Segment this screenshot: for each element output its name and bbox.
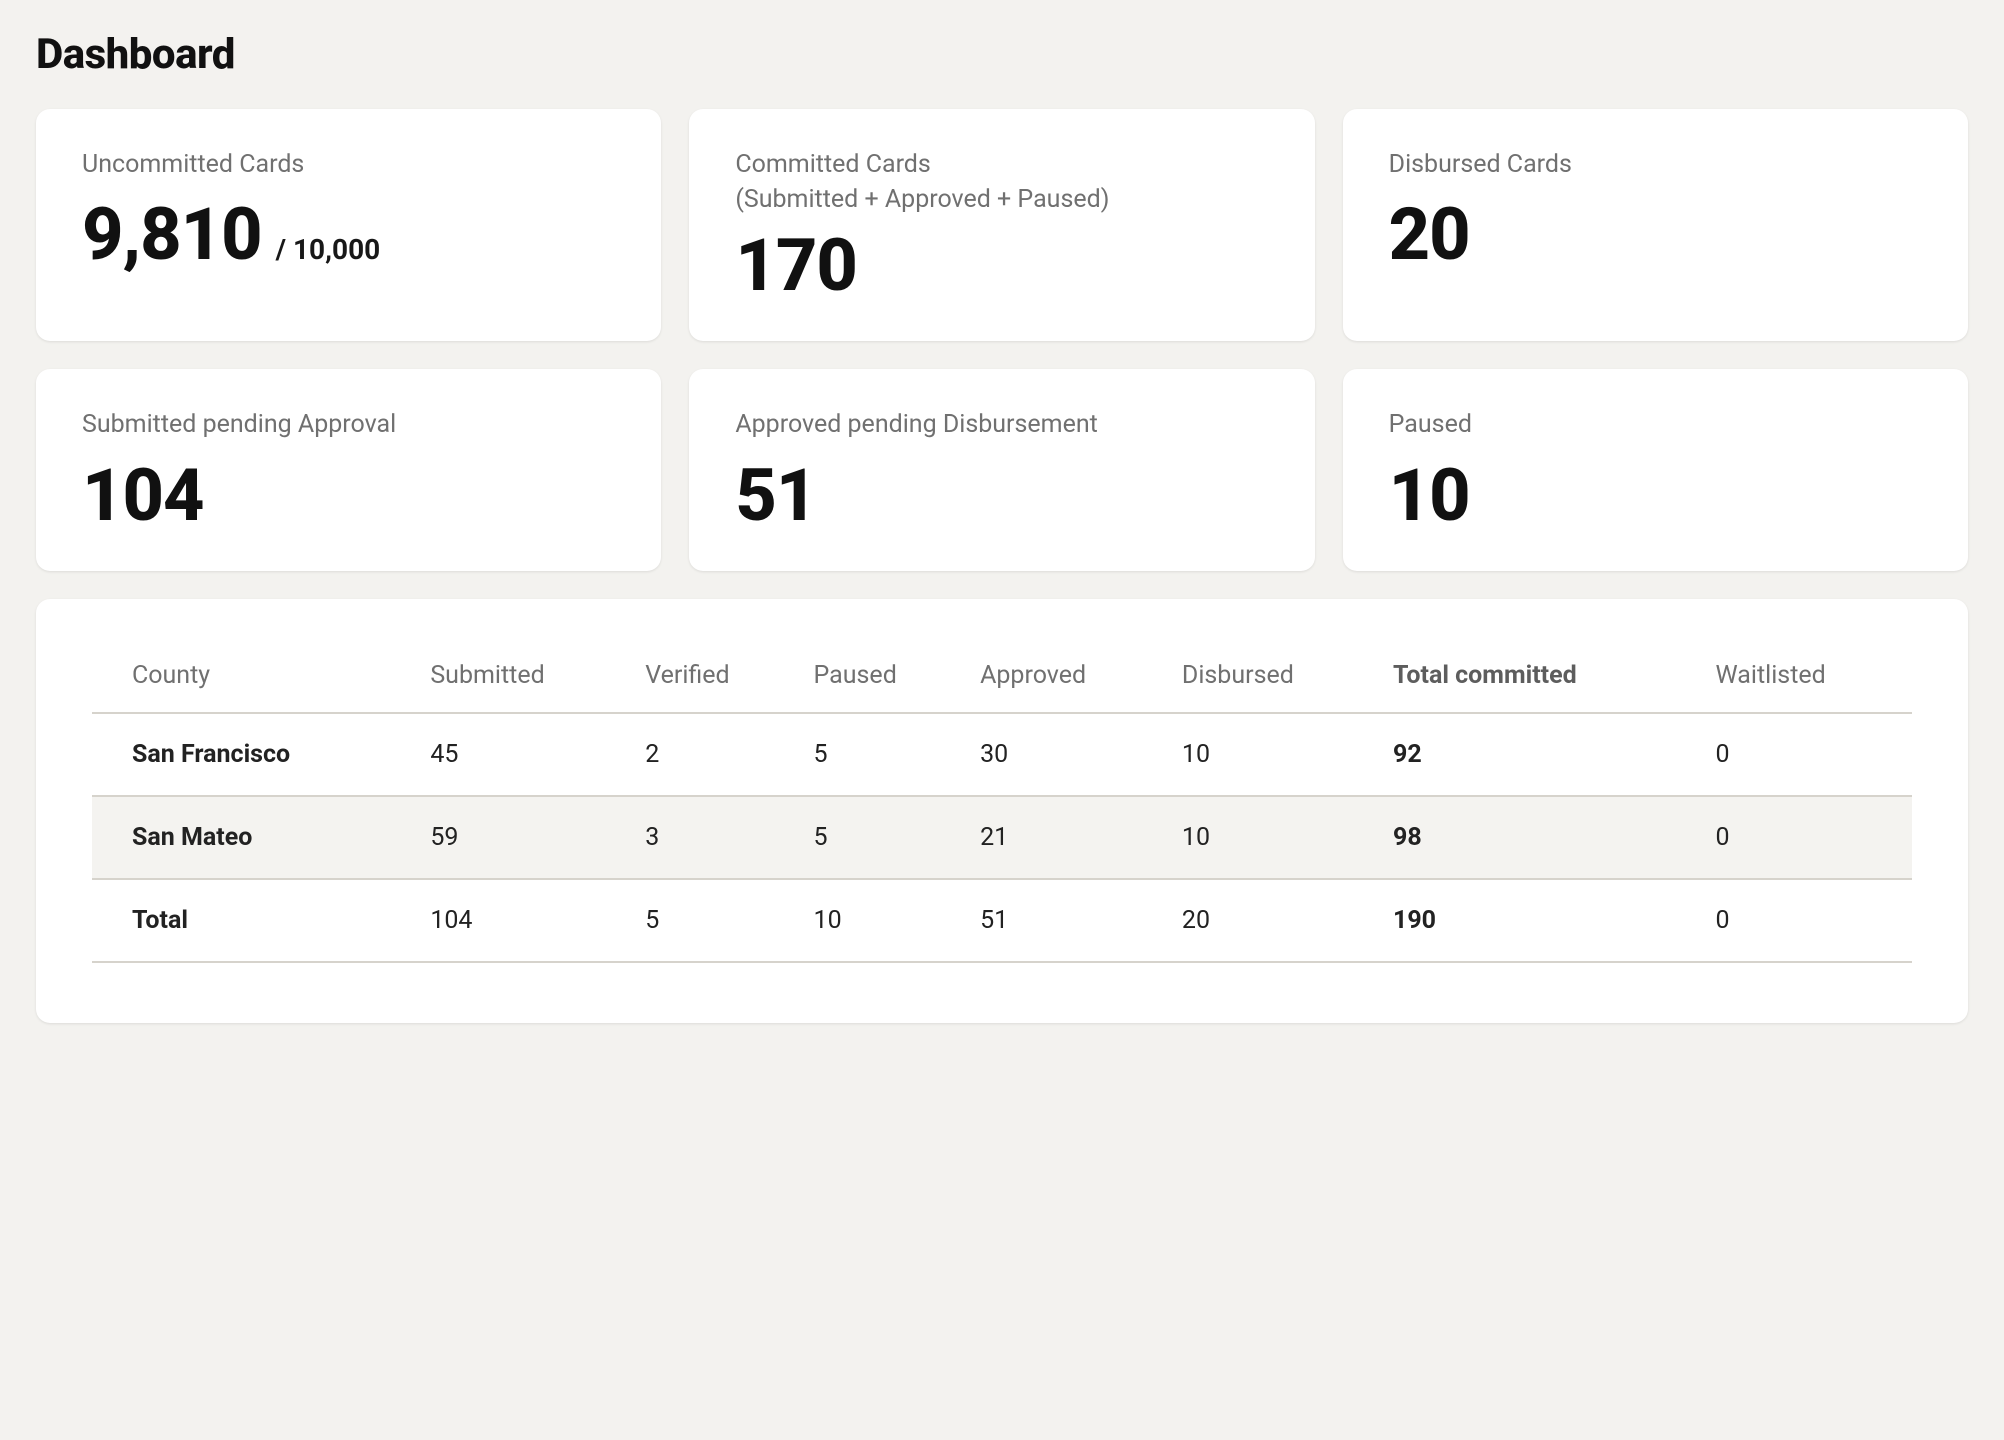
stat-card-uncommitted: Uncommitted Cards 9,810 / 10,000 <box>36 109 661 341</box>
col-header: Approved <box>968 645 1170 713</box>
stat-card-committed: Committed Cards (Submitted + Approved + … <box>689 109 1314 341</box>
table-cell: 5 <box>633 879 801 962</box>
stat-card-label: Disbursed Cards <box>1389 147 1922 183</box>
stat-card-value: 170 <box>735 226 857 305</box>
table-cell: 10 <box>1170 713 1381 796</box>
stat-card-label: Committed Cards <box>735 147 1268 183</box>
stat-card-approved-pending: Approved pending Disbursement 51 <box>689 369 1314 570</box>
stat-card-label: Submitted pending Approval <box>82 407 615 443</box>
col-header: County <box>92 645 418 713</box>
col-header: Submitted <box>418 645 633 713</box>
table-cell: 10 <box>802 879 969 962</box>
col-header: Disbursed <box>1170 645 1381 713</box>
table-cell: San Francisco <box>92 713 418 796</box>
stat-card-value: 51 <box>735 456 816 535</box>
table-cell: 0 <box>1704 879 1912 962</box>
table-cell: 5 <box>802 713 969 796</box>
table-row: San Mateo59352110980 <box>92 796 1912 879</box>
page-title: Dashboard <box>36 30 1968 79</box>
table-cell: 2 <box>633 713 801 796</box>
county-table: CountySubmittedVerifiedPausedApprovedDis… <box>92 645 1912 963</box>
table-cell: 45 <box>418 713 633 796</box>
table-cell: Total <box>92 879 418 962</box>
stat-card-value: 20 <box>1389 195 1470 274</box>
stats-cards-grid: Uncommitted Cards 9,810 / 10,000 Committ… <box>36 109 1968 571</box>
table-cell: 98 <box>1381 796 1704 879</box>
table-row: San Francisco45253010920 <box>92 713 1912 796</box>
stat-card-value: 10 <box>1389 456 1470 535</box>
stat-card-label: Uncommitted Cards <box>82 147 615 183</box>
stat-card-paused: Paused 10 <box>1343 369 1968 570</box>
table-cell: 5 <box>802 796 969 879</box>
stat-card-suffix: / 10,000 <box>276 233 381 266</box>
stat-card-label: Approved pending Disbursement <box>735 407 1268 443</box>
table-body: San Francisco45253010920San Mateo5935211… <box>92 713 1912 962</box>
table-cell: 0 <box>1704 713 1912 796</box>
col-header: Paused <box>802 645 969 713</box>
table-cell: 59 <box>418 796 633 879</box>
stat-card-disbursed: Disbursed Cards 20 <box>1343 109 1968 341</box>
table-cell: San Mateo <box>92 796 418 879</box>
stat-card-submitted-pending: Submitted pending Approval 104 <box>36 369 661 570</box>
county-table-card: CountySubmittedVerifiedPausedApprovedDis… <box>36 599 1968 1023</box>
stat-card-value: 9,810 <box>82 195 262 274</box>
col-header: Verified <box>633 645 801 713</box>
table-header: CountySubmittedVerifiedPausedApprovedDis… <box>92 645 1912 713</box>
table-cell: 21 <box>968 796 1170 879</box>
table-cell: 0 <box>1704 796 1912 879</box>
table-cell: 3 <box>633 796 801 879</box>
table-cell: 104 <box>418 879 633 962</box>
table-cell: 10 <box>1170 796 1381 879</box>
table-cell: 30 <box>968 713 1170 796</box>
table-row: Total10451051201900 <box>92 879 1912 962</box>
table-cell: 190 <box>1381 879 1704 962</box>
stat-card-label: Paused <box>1389 407 1922 443</box>
table-cell: 51 <box>968 879 1170 962</box>
stat-card-sublabel: (Submitted + Approved + Paused) <box>735 185 1268 214</box>
col-header: Total committed <box>1381 645 1704 713</box>
table-header-row: CountySubmittedVerifiedPausedApprovedDis… <box>92 645 1912 713</box>
table-cell: 20 <box>1170 879 1381 962</box>
stat-card-value: 104 <box>82 456 204 535</box>
table-cell: 92 <box>1381 713 1704 796</box>
col-header: Waitlisted <box>1704 645 1912 713</box>
